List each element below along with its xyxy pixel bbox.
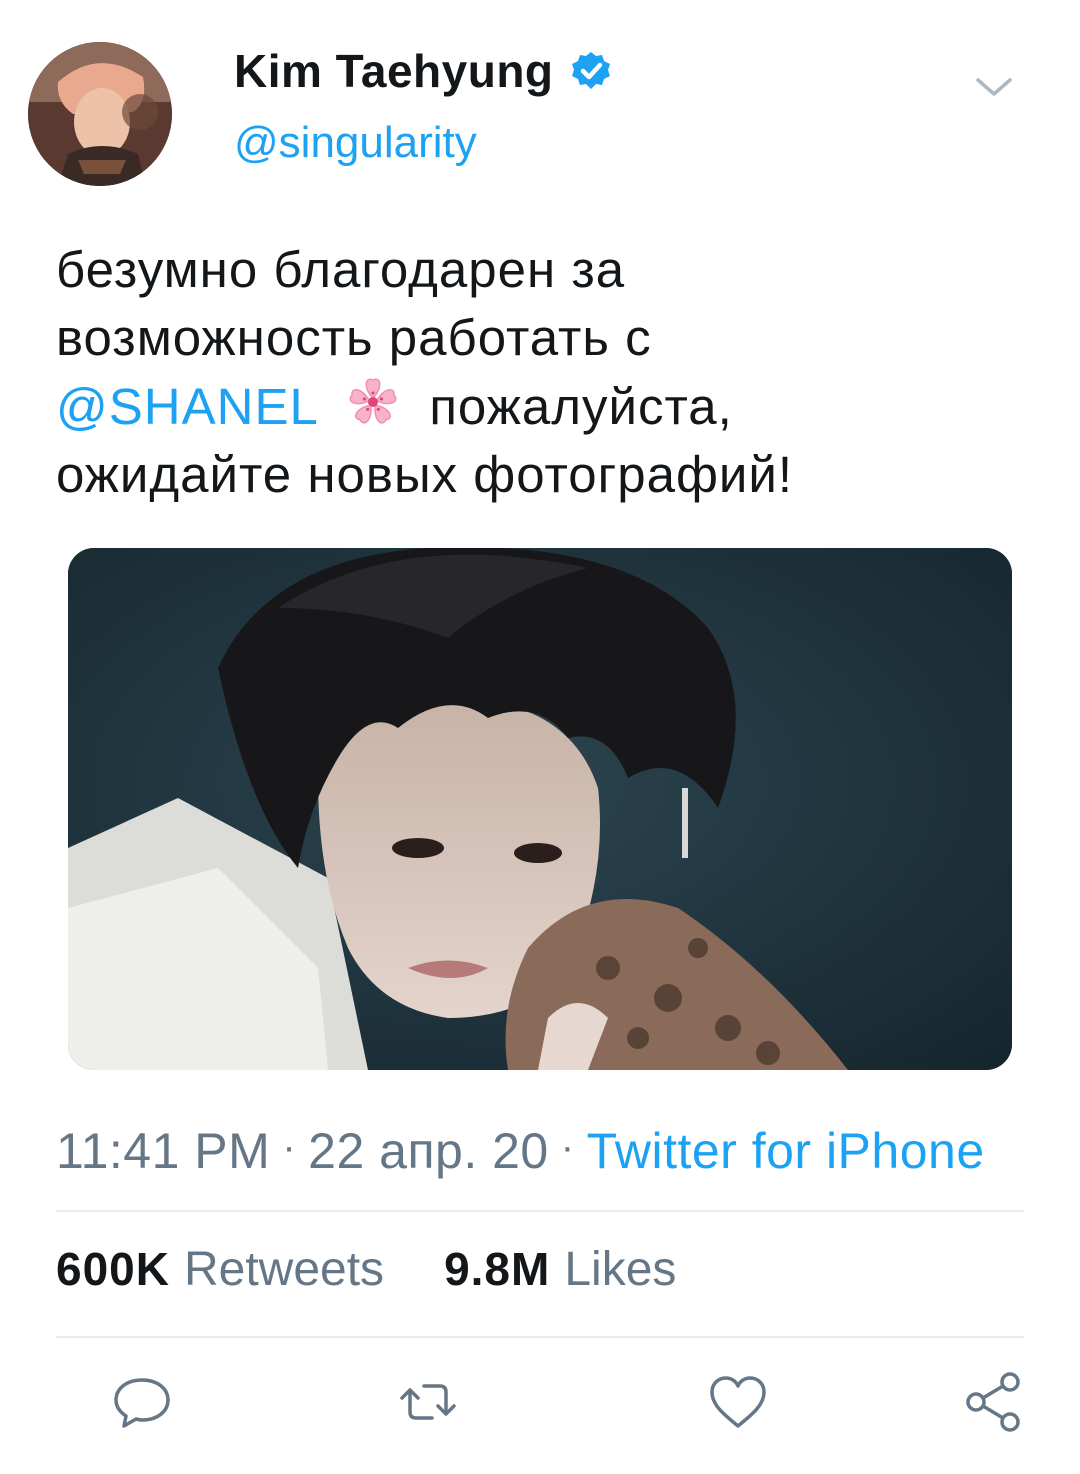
reply-icon xyxy=(114,1378,170,1428)
share-icon xyxy=(966,1372,1020,1432)
avatar-image xyxy=(28,42,172,186)
chevron-down-icon[interactable] xyxy=(972,72,1016,102)
tweet-text-line: безумно благодарен за xyxy=(56,241,626,298)
retweets-label: Retweets xyxy=(183,1243,385,1296)
verified-badge-icon xyxy=(571,52,610,89)
retweets-count: 600K xyxy=(56,1243,170,1295)
tweet-source-link[interactable]: Twitter for iPhone xyxy=(587,1123,985,1179)
author-handle[interactable]: @singularity xyxy=(234,118,477,168)
likes-stat[interactable]: 9.8M Likes xyxy=(444,1242,676,1297)
tweet-text-line: @SHANEL пожалуйста, xyxy=(56,372,1036,441)
mention-link[interactable]: @SHANEL xyxy=(56,378,317,435)
tweet-text-line: ожидайте новых фотографий! xyxy=(56,446,794,503)
like-icon xyxy=(710,1376,766,1428)
tweet-date[interactable]: 22 апр. 20 xyxy=(308,1123,549,1179)
meta-separator: · xyxy=(560,1125,575,1169)
tweet-stats: 600K Retweets 9.8M Likes xyxy=(56,1242,676,1297)
divider xyxy=(56,1336,1024,1338)
divider xyxy=(56,1210,1024,1212)
share-button[interactable] xyxy=(962,1370,1026,1434)
tweet-meta: 11:41 PM · 22 апр. 20 · Twitter for iPhone xyxy=(56,1122,985,1180)
tweet-time[interactable]: 11:41 PM xyxy=(56,1123,270,1179)
like-button[interactable] xyxy=(706,1370,770,1434)
tweet-media-photo[interactable] xyxy=(68,548,1012,1070)
retweets-stat[interactable]: 600K Retweets xyxy=(56,1242,384,1297)
cherry-blossom-icon xyxy=(349,378,397,424)
tweet-text-fragment: пожалуйста, xyxy=(429,378,733,435)
display-name-text: Kim Taehyung xyxy=(234,45,554,97)
tweet-text: безумно благодарен за возможность работа… xyxy=(56,236,1036,509)
meta-separator: · xyxy=(282,1125,297,1169)
likes-count: 9.8M xyxy=(444,1243,551,1295)
photo-image xyxy=(68,548,1012,1070)
retweet-button[interactable] xyxy=(396,1370,460,1434)
avatar[interactable] xyxy=(28,42,172,186)
retweet-icon xyxy=(400,1384,456,1420)
author-display-name[interactable]: Kim Taehyung xyxy=(234,44,612,98)
likes-label: Likes xyxy=(564,1243,677,1296)
reply-button[interactable] xyxy=(110,1370,174,1434)
tweet-text-line: возможность работать с xyxy=(56,309,652,366)
